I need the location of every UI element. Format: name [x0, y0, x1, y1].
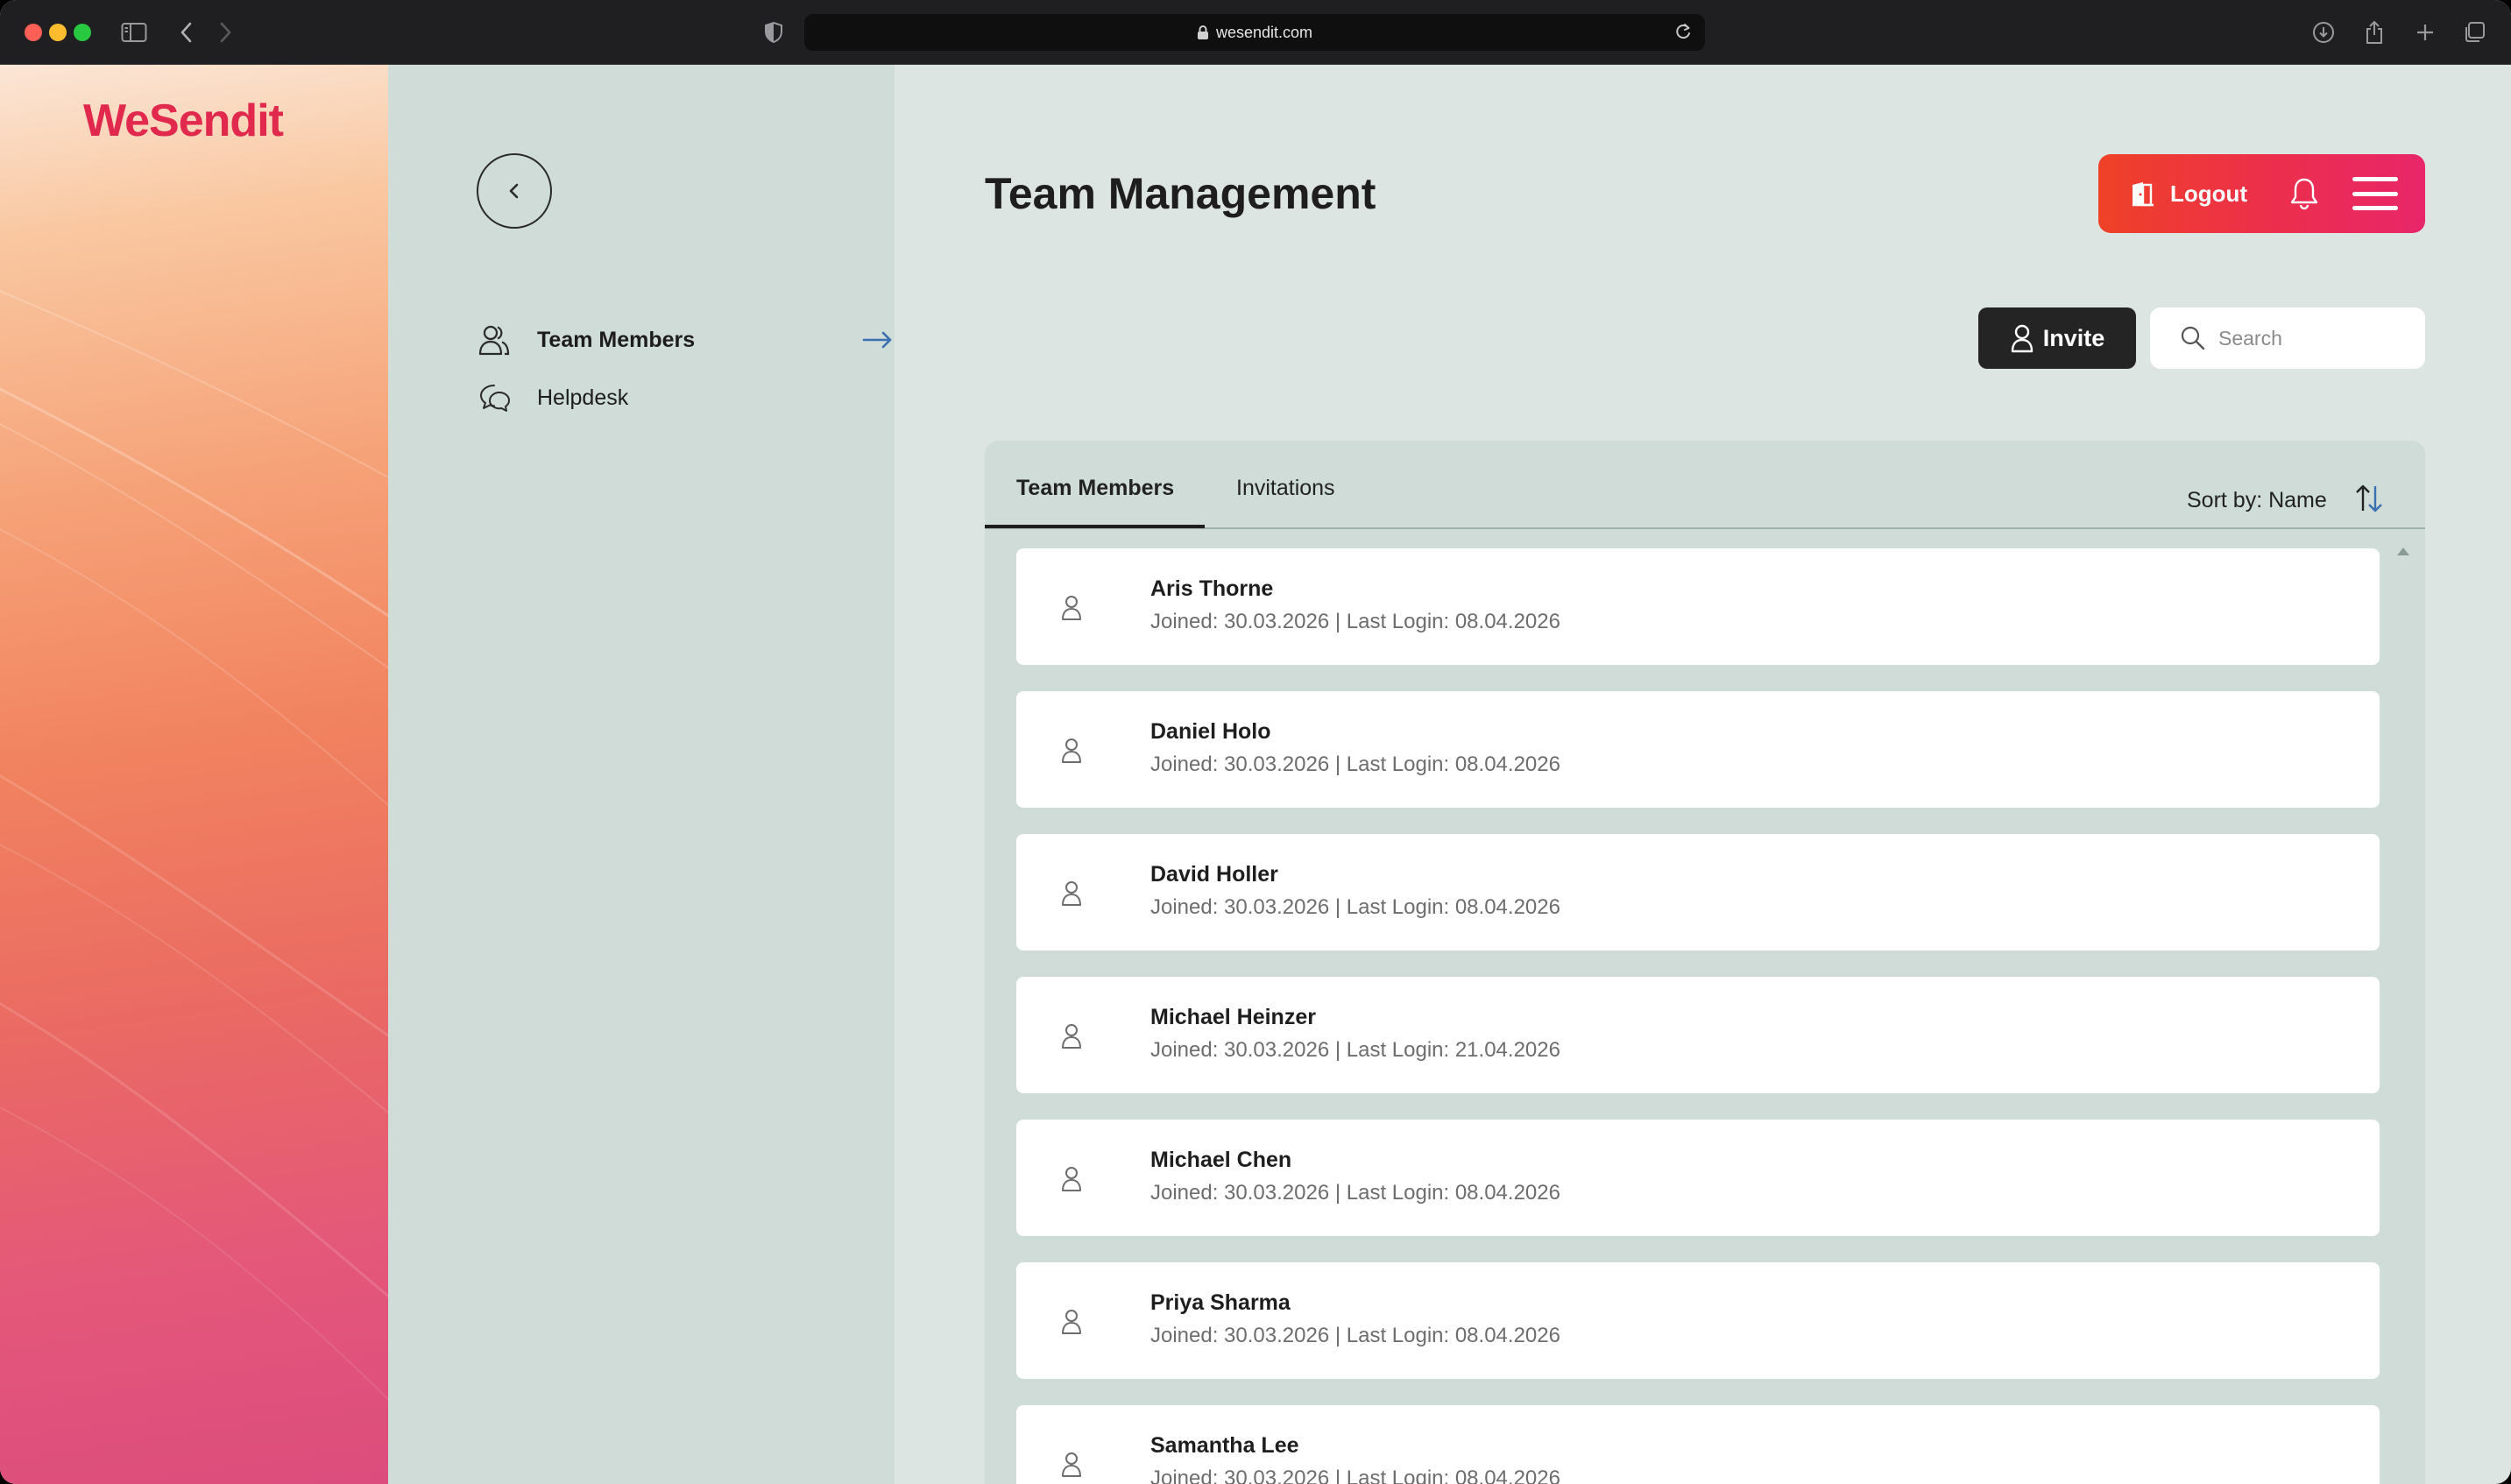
search-icon: [2180, 325, 2206, 351]
member-row[interactable]: David Holler Joined: 30.03.2026 | Last L…: [1016, 834, 2380, 950]
chevron-left-icon: [509, 183, 519, 199]
new-tab-icon[interactable]: [2411, 18, 2439, 47]
member-name: Michael Heinzer: [1150, 1005, 1316, 1029]
arrow-right-icon: [862, 321, 894, 359]
sidebar-item-label: Helpdesk: [537, 385, 629, 410]
member-row[interactable]: Daniel Holo Joined: 30.03.2026 | Last Lo…: [1016, 691, 2380, 808]
tab-team-members[interactable]: Team Members: [1016, 476, 1174, 501]
logout-door-icon: [2130, 180, 2160, 207]
member-row[interactable]: Aris Thorne Joined: 30.03.2026 | Last Lo…: [1016, 548, 2380, 665]
sidebar-item-team-members[interactable]: Team Members: [477, 321, 915, 359]
browser-back-icon[interactable]: [175, 18, 198, 47]
sidebar-item-label: Team Members: [537, 327, 696, 352]
address-bar[interactable]: wesendit.com: [804, 14, 1705, 51]
member-row[interactable]: Michael Chen Joined: 30.03.2026 | Last L…: [1016, 1120, 2380, 1236]
minimize-window-button[interactable]: [49, 24, 67, 41]
member-name: David Holler: [1150, 862, 1278, 887]
invite-button[interactable]: Invite: [1978, 307, 2136, 369]
zoom-window-button[interactable]: [74, 24, 91, 41]
user-avatar-icon: [1056, 732, 1087, 767]
sidebar: Team Members Helpdesk: [388, 65, 895, 1484]
user-avatar-icon: [1056, 875, 1087, 910]
sort-order-icon[interactable]: [2353, 483, 2385, 514]
logout-button[interactable]: Logout: [2130, 154, 2247, 233]
user-avatar-icon: [1056, 1018, 1087, 1053]
close-window-button[interactable]: [25, 24, 42, 41]
user-icon: [2010, 323, 2034, 353]
header-actions-bar: Logout: [2098, 154, 2425, 233]
chat-bubbles-icon: [477, 380, 512, 415]
member-name: Daniel Holo: [1150, 719, 1271, 744]
downloads-icon[interactable]: [2309, 18, 2338, 47]
member-dates: Joined: 30.03.2026 | Last Login: 08.04.2…: [1150, 753, 1560, 776]
search-input[interactable]: [2218, 326, 2411, 350]
member-row[interactable]: Priya Sharma Joined: 30.03.2026 | Last L…: [1016, 1262, 2380, 1379]
page-title: Team Management: [985, 169, 1376, 218]
member-dates: Joined: 30.03.2026 | Last Login: 08.04.2…: [1150, 1466, 1560, 1484]
sidebar-toggle-icon[interactable]: [119, 18, 149, 47]
browser-forward-icon[interactable]: [214, 18, 237, 47]
menu-line: [2352, 191, 2398, 196]
member-dates: Joined: 30.03.2026 | Last Login: 08.04.2…: [1150, 610, 1560, 633]
wesendit-logo[interactable]: WeSendit: [83, 95, 284, 147]
member-name: Priya Sharma: [1150, 1290, 1291, 1315]
member-dates: Joined: 30.03.2026 | Last Login: 21.04.2…: [1150, 1038, 1560, 1062]
user-avatar-icon: [1056, 1446, 1087, 1481]
member-dates: Joined: 30.03.2026 | Last Login: 08.04.2…: [1150, 1181, 1560, 1205]
team-icon: [477, 322, 512, 357]
tab-invitations[interactable]: Invitations: [1236, 476, 1335, 501]
browser-toolbar: wesendit.com: [0, 0, 2511, 65]
member-name: Aris Thorne: [1150, 576, 1274, 601]
menu-line: [2352, 177, 2398, 181]
search-field[interactable]: [2150, 307, 2425, 369]
tab-bar: Team Members Invitations Sort by: Name: [985, 441, 2425, 529]
invite-label: Invite: [2042, 324, 2105, 351]
logout-label: Logout: [2170, 180, 2248, 207]
tab-overview-icon[interactable]: [2460, 18, 2488, 47]
browser-window: wesendit.com WeSendit Team Members Helpd…: [0, 0, 2511, 1484]
bell-icon: [2290, 178, 2318, 210]
member-dates: Joined: 30.03.2026 | Last Login: 08.04.2…: [1150, 895, 1560, 919]
privacy-shield-icon[interactable]: [760, 18, 787, 47]
sidebar-item-helpdesk[interactable]: Helpdesk: [477, 378, 628, 417]
share-icon[interactable]: [2360, 18, 2388, 47]
team-members-panel: Team Members Invitations Sort by: Name A…: [985, 441, 2425, 1484]
scrollbar-up-arrow[interactable]: [2397, 548, 2409, 555]
sort-dropdown[interactable]: Sort by: Name: [2187, 488, 2327, 513]
member-name: Samantha Lee: [1150, 1433, 1299, 1458]
user-avatar-icon: [1056, 1161, 1087, 1196]
decorative-waves: [0, 290, 388, 1401]
member-row[interactable]: Samantha Lee Joined: 30.03.2026 | Last L…: [1016, 1405, 2380, 1484]
brand-hero-panel: [0, 65, 388, 1484]
member-row[interactable]: Michael Heinzer Joined: 30.03.2026 | Las…: [1016, 977, 2380, 1093]
reload-icon[interactable]: [1673, 22, 1693, 46]
hamburger-menu-button[interactable]: [2352, 173, 2398, 214]
user-avatar-icon: [1056, 1304, 1087, 1339]
active-tab-indicator: [985, 525, 1205, 528]
url-text: wesendit.com: [1215, 23, 1313, 41]
menu-line: [2352, 206, 2398, 210]
user-avatar-icon: [1056, 590, 1087, 625]
main-content: Team Management Logout Invite Search Tea…: [895, 65, 2511, 1484]
notifications-button[interactable]: [2286, 175, 2323, 212]
lock-icon: [1197, 25, 1209, 40]
back-button[interactable]: [477, 153, 552, 229]
member-name: Michael Chen: [1150, 1148, 1292, 1172]
member-dates: Joined: 30.03.2026 | Last Login: 08.04.2…: [1150, 1324, 1560, 1347]
